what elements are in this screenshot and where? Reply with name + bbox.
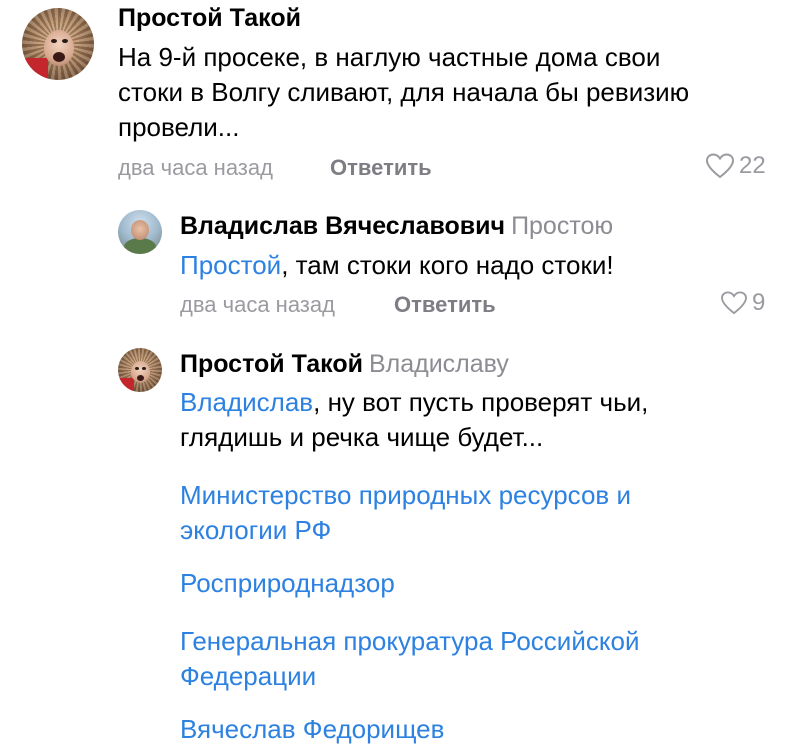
comment-text-line: На 9-й просеке, в наглую частные дома св… xyxy=(118,42,661,72)
tag-link-line[interactable]: Министерство природных ресурсов и xyxy=(180,478,780,513)
avatar[interactable] xyxy=(118,348,162,392)
like-button[interactable]: 9 xyxy=(720,289,765,317)
avatar[interactable] xyxy=(118,210,162,254)
like-count: 9 xyxy=(752,289,766,316)
reply-button[interactable]: Ответить xyxy=(394,292,496,318)
tag-link-fedorishchev[interactable]: Вячеслав Федорищев xyxy=(180,712,780,747)
tag-link-line[interactable]: Федерации xyxy=(180,659,780,694)
comment-text-line: глядишь и речка чище будет... xyxy=(180,422,544,452)
comment-text: Простой, там стоки кого надо стоки! xyxy=(180,248,780,283)
comment-text-line: стоки в Волгу сливают, для начала бы рев… xyxy=(118,77,690,107)
mention-link[interactable]: Простой xyxy=(180,250,281,280)
reply-to-name[interactable]: Владиславу xyxy=(369,350,509,378)
comment-text: Владислав, ну вот пусть проверят чьи, гл… xyxy=(180,385,780,455)
tag-link-line[interactable]: экологии РФ xyxy=(180,513,780,548)
tag-link-rosprirodnadzor[interactable]: Росприроднадзор xyxy=(180,566,780,601)
heart-outline-icon xyxy=(705,153,735,179)
tag-link-prosecutor[interactable]: Генеральная прокуратура Российской Федер… xyxy=(180,624,780,694)
tag-link-line[interactable]: Росприроднадзор xyxy=(180,566,780,601)
author-name[interactable]: Простой Такой xyxy=(180,350,363,378)
mention-link[interactable]: Владислав xyxy=(180,387,313,417)
tag-link-ministry[interactable]: Министерство природных ресурсов и эколог… xyxy=(180,478,780,548)
reply-to-name[interactable]: Простою xyxy=(511,212,613,240)
heart-outline-icon xyxy=(721,291,747,315)
author-name[interactable]: Владислав Вячеславович xyxy=(180,212,505,240)
comment-text-body: , там стоки кого надо стоки! xyxy=(281,250,614,280)
comment-text-line: Владислав, ну вот пусть проверят чьи, xyxy=(180,385,780,420)
comment-author: Простой Такой Владиславу xyxy=(180,350,509,379)
comment-text: На 9-й просеке, в наглую частные дома св… xyxy=(118,40,788,145)
tag-link-line[interactable]: Вячеслав Федорищев xyxy=(180,712,780,747)
reply-button[interactable]: Ответить xyxy=(330,155,432,181)
comment-timestamp: два часа назад xyxy=(118,155,273,180)
like-button[interactable]: 22 xyxy=(705,152,766,180)
comment-author: Владислав Вячеславович Простою xyxy=(180,212,613,241)
comment-text-line: провели... xyxy=(118,112,240,142)
avatar[interactable] xyxy=(22,8,94,80)
comment-text-body: , ну вот пусть проверят чьи, xyxy=(313,387,649,417)
like-count: 22 xyxy=(739,152,766,179)
comment-timestamp: два часа назад xyxy=(180,292,335,317)
tag-link-line[interactable]: Генеральная прокуратура Российской xyxy=(180,624,780,659)
comment-author[interactable]: Простой Такой xyxy=(118,4,301,33)
